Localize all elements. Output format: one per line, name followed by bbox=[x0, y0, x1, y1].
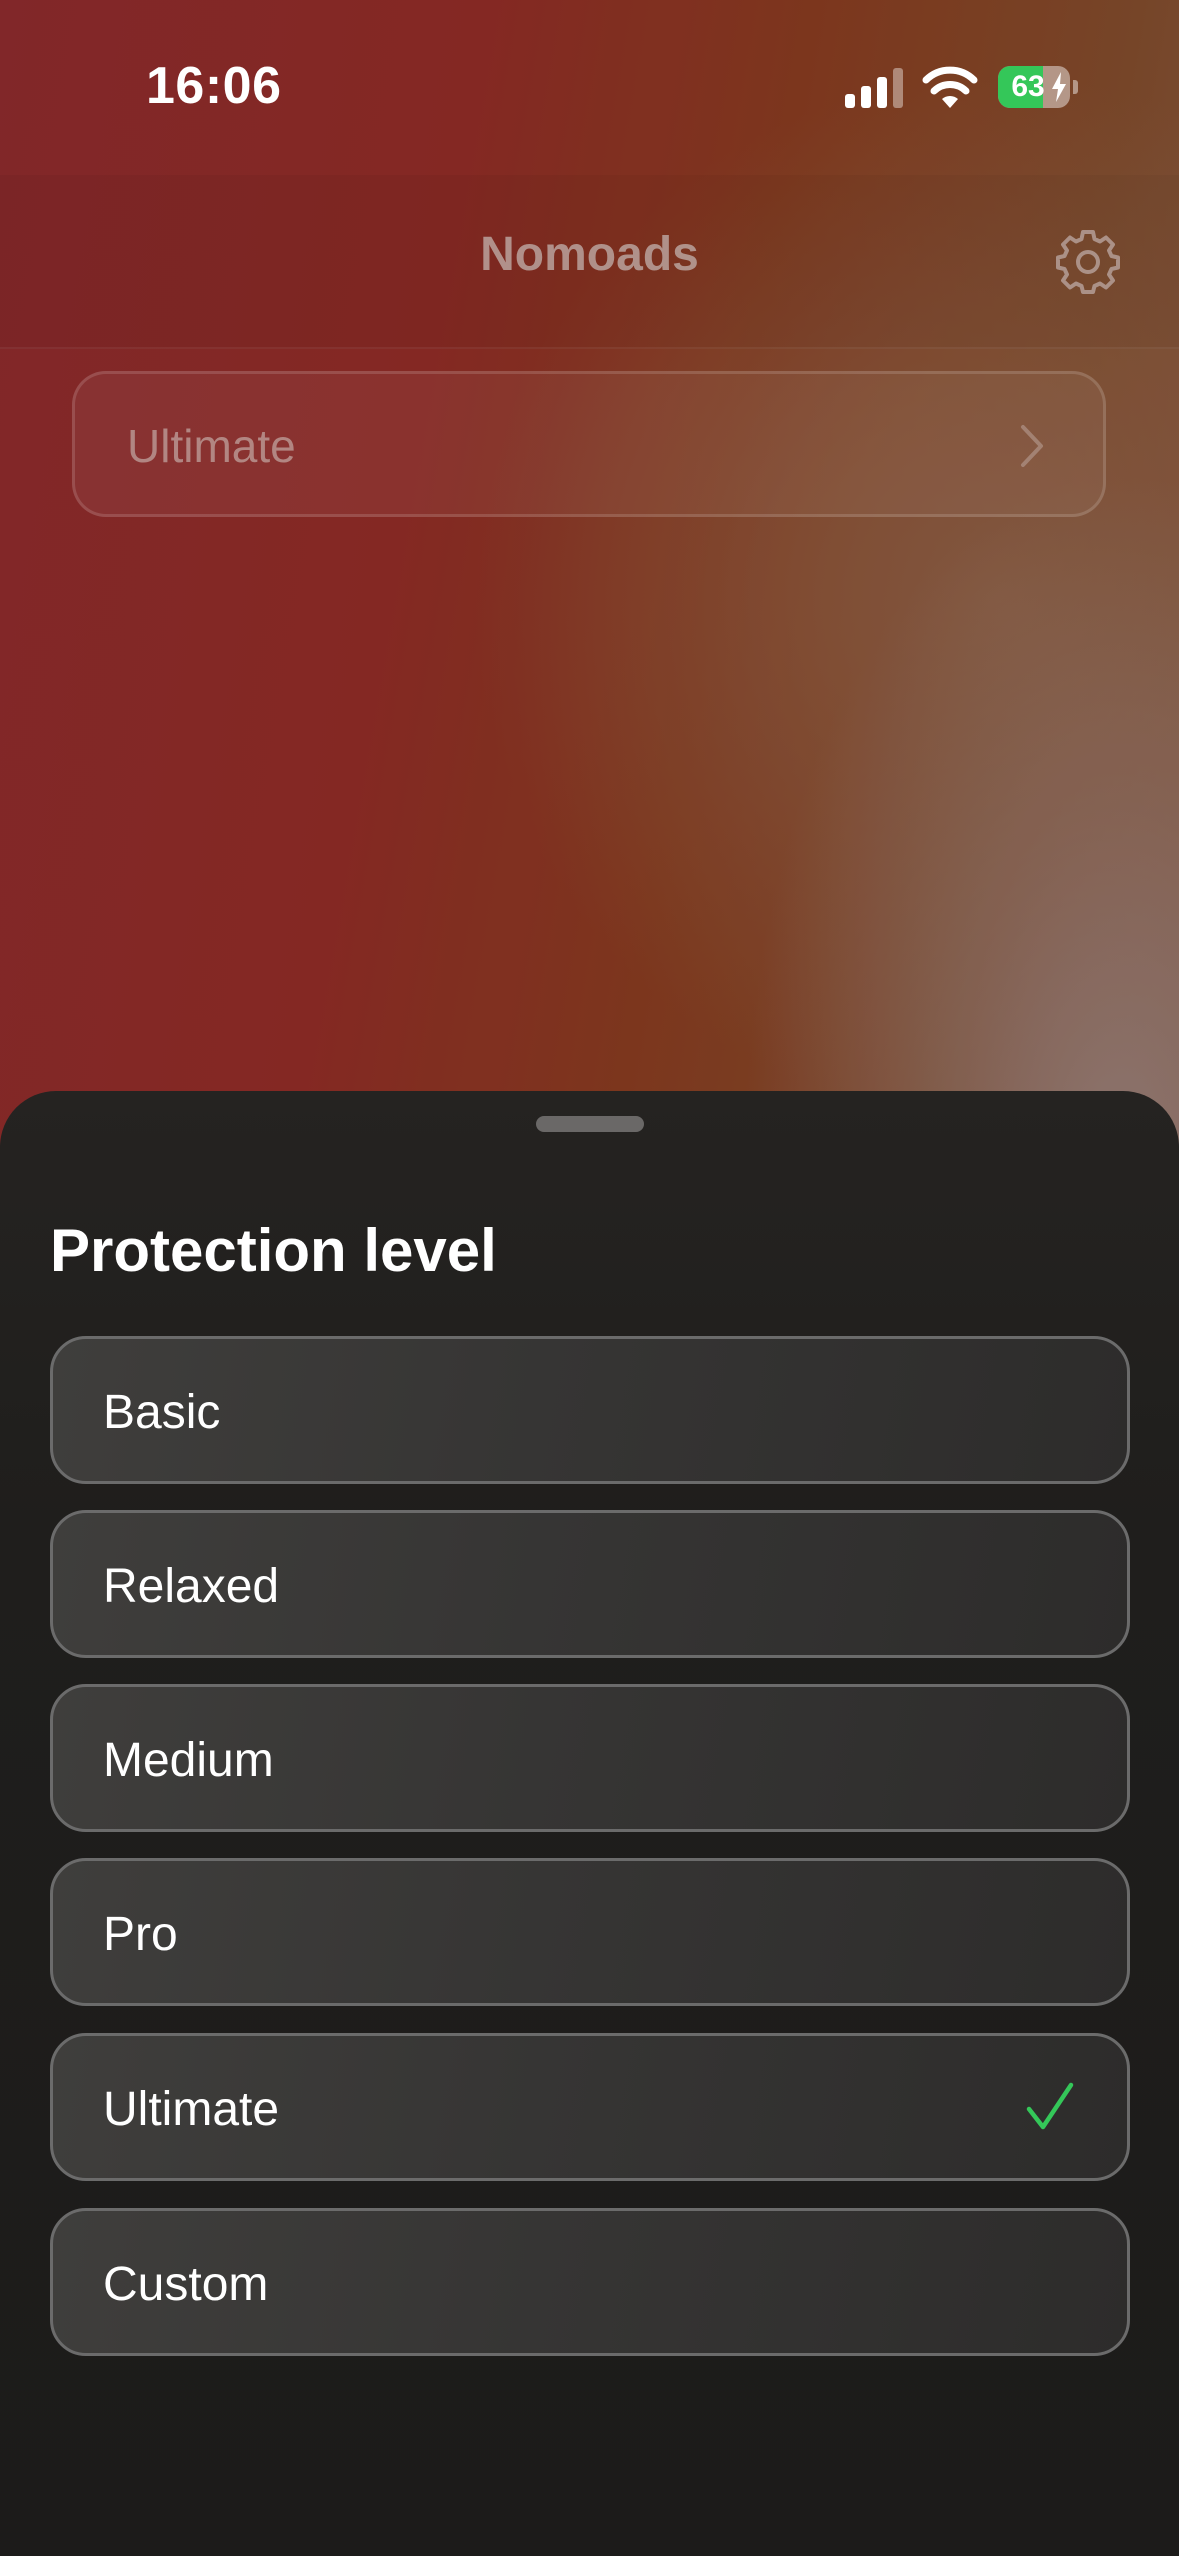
option-medium[interactable]: Medium bbox=[50, 1684, 1130, 1832]
protection-level-value: Ultimate bbox=[127, 420, 296, 472]
option-ultimate[interactable]: Ultimate bbox=[50, 2033, 1130, 2181]
app-header: Nomoads bbox=[0, 175, 1179, 349]
charging-bolt-icon bbox=[1052, 72, 1066, 102]
sheet-grabber[interactable] bbox=[536, 1116, 644, 1132]
battery-cap bbox=[1073, 80, 1078, 94]
status-bar: 16:06 63 bbox=[0, 0, 1179, 175]
checkmark-icon bbox=[1026, 2082, 1074, 2130]
app-title: Nomoads bbox=[480, 228, 699, 281]
battery-icon: 63 bbox=[998, 66, 1078, 108]
option-custom[interactable]: Custom bbox=[50, 2208, 1130, 2356]
sheet-title: Protection level bbox=[50, 1217, 497, 1284]
option-label: Custom bbox=[103, 2258, 269, 2311]
option-relaxed[interactable]: Relaxed bbox=[50, 1510, 1130, 1658]
option-basic[interactable]: Basic bbox=[50, 1336, 1130, 1484]
option-label: Ultimate bbox=[103, 2083, 280, 2136]
status-time: 16:06 bbox=[146, 57, 282, 115]
app-screen: 16:06 63 Nomoads Ultimate Protection lev… bbox=[0, 0, 1179, 2556]
protection-level-row[interactable]: Ultimate bbox=[72, 371, 1106, 517]
protection-level-sheet: Protection level Basic Relaxed Medium Pr… bbox=[0, 1091, 1179, 2556]
option-label: Pro bbox=[103, 1908, 178, 1961]
gear-icon[interactable] bbox=[1055, 228, 1121, 294]
signal-icon bbox=[845, 68, 903, 108]
option-label: Basic bbox=[103, 1386, 221, 1439]
chevron-right-icon bbox=[1021, 425, 1043, 467]
battery-percent: 63 bbox=[1011, 70, 1045, 103]
option-label: Medium bbox=[103, 1734, 274, 1787]
wifi-icon bbox=[922, 66, 978, 108]
option-label: Relaxed bbox=[103, 1560, 280, 1613]
option-pro[interactable]: Pro bbox=[50, 1858, 1130, 2006]
